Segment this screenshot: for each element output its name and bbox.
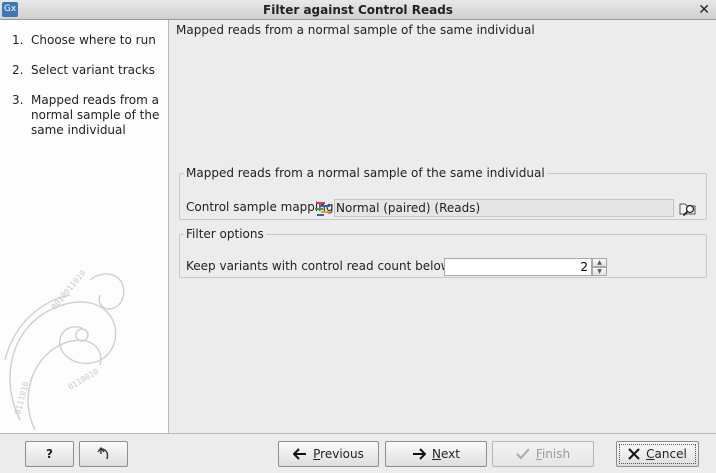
main-panel: Mapped reads from a normal sample of the… xyxy=(170,20,716,433)
step-number: 3. xyxy=(12,93,24,107)
cancel-label: Cancel xyxy=(646,447,687,461)
previous-label: Previous xyxy=(313,447,364,461)
steps-panel: 1. Choose where to run 2. Select variant… xyxy=(0,20,169,433)
close-icon[interactable]: ✕ xyxy=(698,2,710,18)
control-read-count-input[interactable] xyxy=(444,258,592,276)
arrow-right-icon xyxy=(413,448,427,460)
title-bar: Gx Filter against Control Reads ✕ xyxy=(0,0,716,20)
mapping-group: Mapped reads from a normal sample of the… xyxy=(179,166,707,220)
page-title: Mapped reads from a normal sample of the… xyxy=(176,23,535,37)
step-label: Select variant tracks xyxy=(31,63,155,77)
control-read-count-label: Keep variants with control read count be… xyxy=(186,259,451,273)
reset-button[interactable] xyxy=(79,441,128,467)
filter-options-legend: Filter options xyxy=(186,227,264,241)
spinner-down-icon[interactable]: ▼ xyxy=(592,267,607,276)
help-button[interactable]: ? xyxy=(25,441,74,467)
next-label: Next xyxy=(432,447,460,461)
reset-arrow-icon xyxy=(96,446,108,460)
step-label: Choose where to run xyxy=(31,33,156,47)
reads-track-icon xyxy=(315,202,330,216)
control-mapping-label: Control sample mapping xyxy=(186,200,334,214)
help-label: ? xyxy=(46,447,53,461)
cancel-button[interactable]: Cancel xyxy=(616,441,699,467)
decorative-swirl-icon: 0010011010 0111010 0110010 xyxy=(4,268,125,431)
svg-text:0110010: 0110010 xyxy=(67,367,101,392)
arrow-left-icon xyxy=(293,448,307,460)
step-number: 2. xyxy=(12,63,24,77)
finish-button[interactable]: Finish xyxy=(492,441,594,467)
control-mapping-field[interactable]: Normal (paired) (Reads) xyxy=(315,199,674,217)
checkmark-icon xyxy=(516,448,530,460)
cancel-x-icon xyxy=(628,448,640,460)
spinner-up-icon[interactable]: ▲ xyxy=(592,258,607,267)
next-button[interactable]: Next xyxy=(385,441,487,467)
step-label: Mapped reads from a normal sample of the… xyxy=(31,93,160,137)
finish-label: Finish xyxy=(535,447,571,461)
filter-options-group: Filter options Keep variants with contro… xyxy=(179,227,707,278)
previous-button[interactable]: Previous xyxy=(278,441,379,467)
window-title: Filter against Control Reads xyxy=(263,3,453,17)
button-bar: ? Previous Next Finish Cancel xyxy=(0,433,716,473)
step-number: 1. xyxy=(12,33,24,47)
mapping-group-legend: Mapped reads from a normal sample of the… xyxy=(186,166,545,180)
svg-text:0010011010: 0010011010 xyxy=(50,268,88,311)
browse-folder-icon[interactable] xyxy=(678,198,698,218)
control-mapping-value: Normal (paired) (Reads) xyxy=(336,201,481,215)
